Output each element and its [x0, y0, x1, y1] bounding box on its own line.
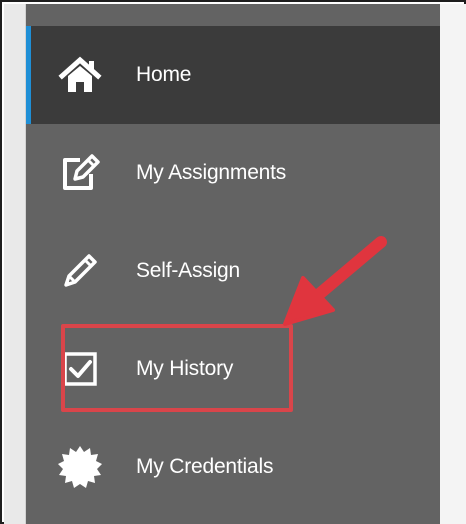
- pencil-icon: [56, 247, 104, 295]
- home-icon: [56, 51, 104, 99]
- sidebar-item-label: Self-Assign: [136, 259, 241, 282]
- content-area: [440, 4, 466, 524]
- active-indicator: [26, 26, 31, 124]
- sidebar-item-my-credentials[interactable]: My Credentials: [26, 418, 440, 516]
- highlight-box: [61, 324, 293, 412]
- edit-icon: [56, 149, 104, 197]
- annotation-arrow: [283, 236, 387, 326]
- screenshot-frame: Home My Assignments Self-Assign My Histo…: [0, 0, 466, 524]
- sidebar-item-home[interactable]: Home: [26, 26, 440, 124]
- sidebar-item-label: My Assignments: [136, 161, 287, 184]
- badge-seal-icon: [56, 443, 104, 491]
- sidebar-item-my-assignments[interactable]: My Assignments: [26, 124, 440, 222]
- sidebar-item-label: My Credentials: [136, 455, 274, 478]
- sidebar-item-label: Home: [136, 63, 192, 86]
- left-rail: [4, 4, 26, 524]
